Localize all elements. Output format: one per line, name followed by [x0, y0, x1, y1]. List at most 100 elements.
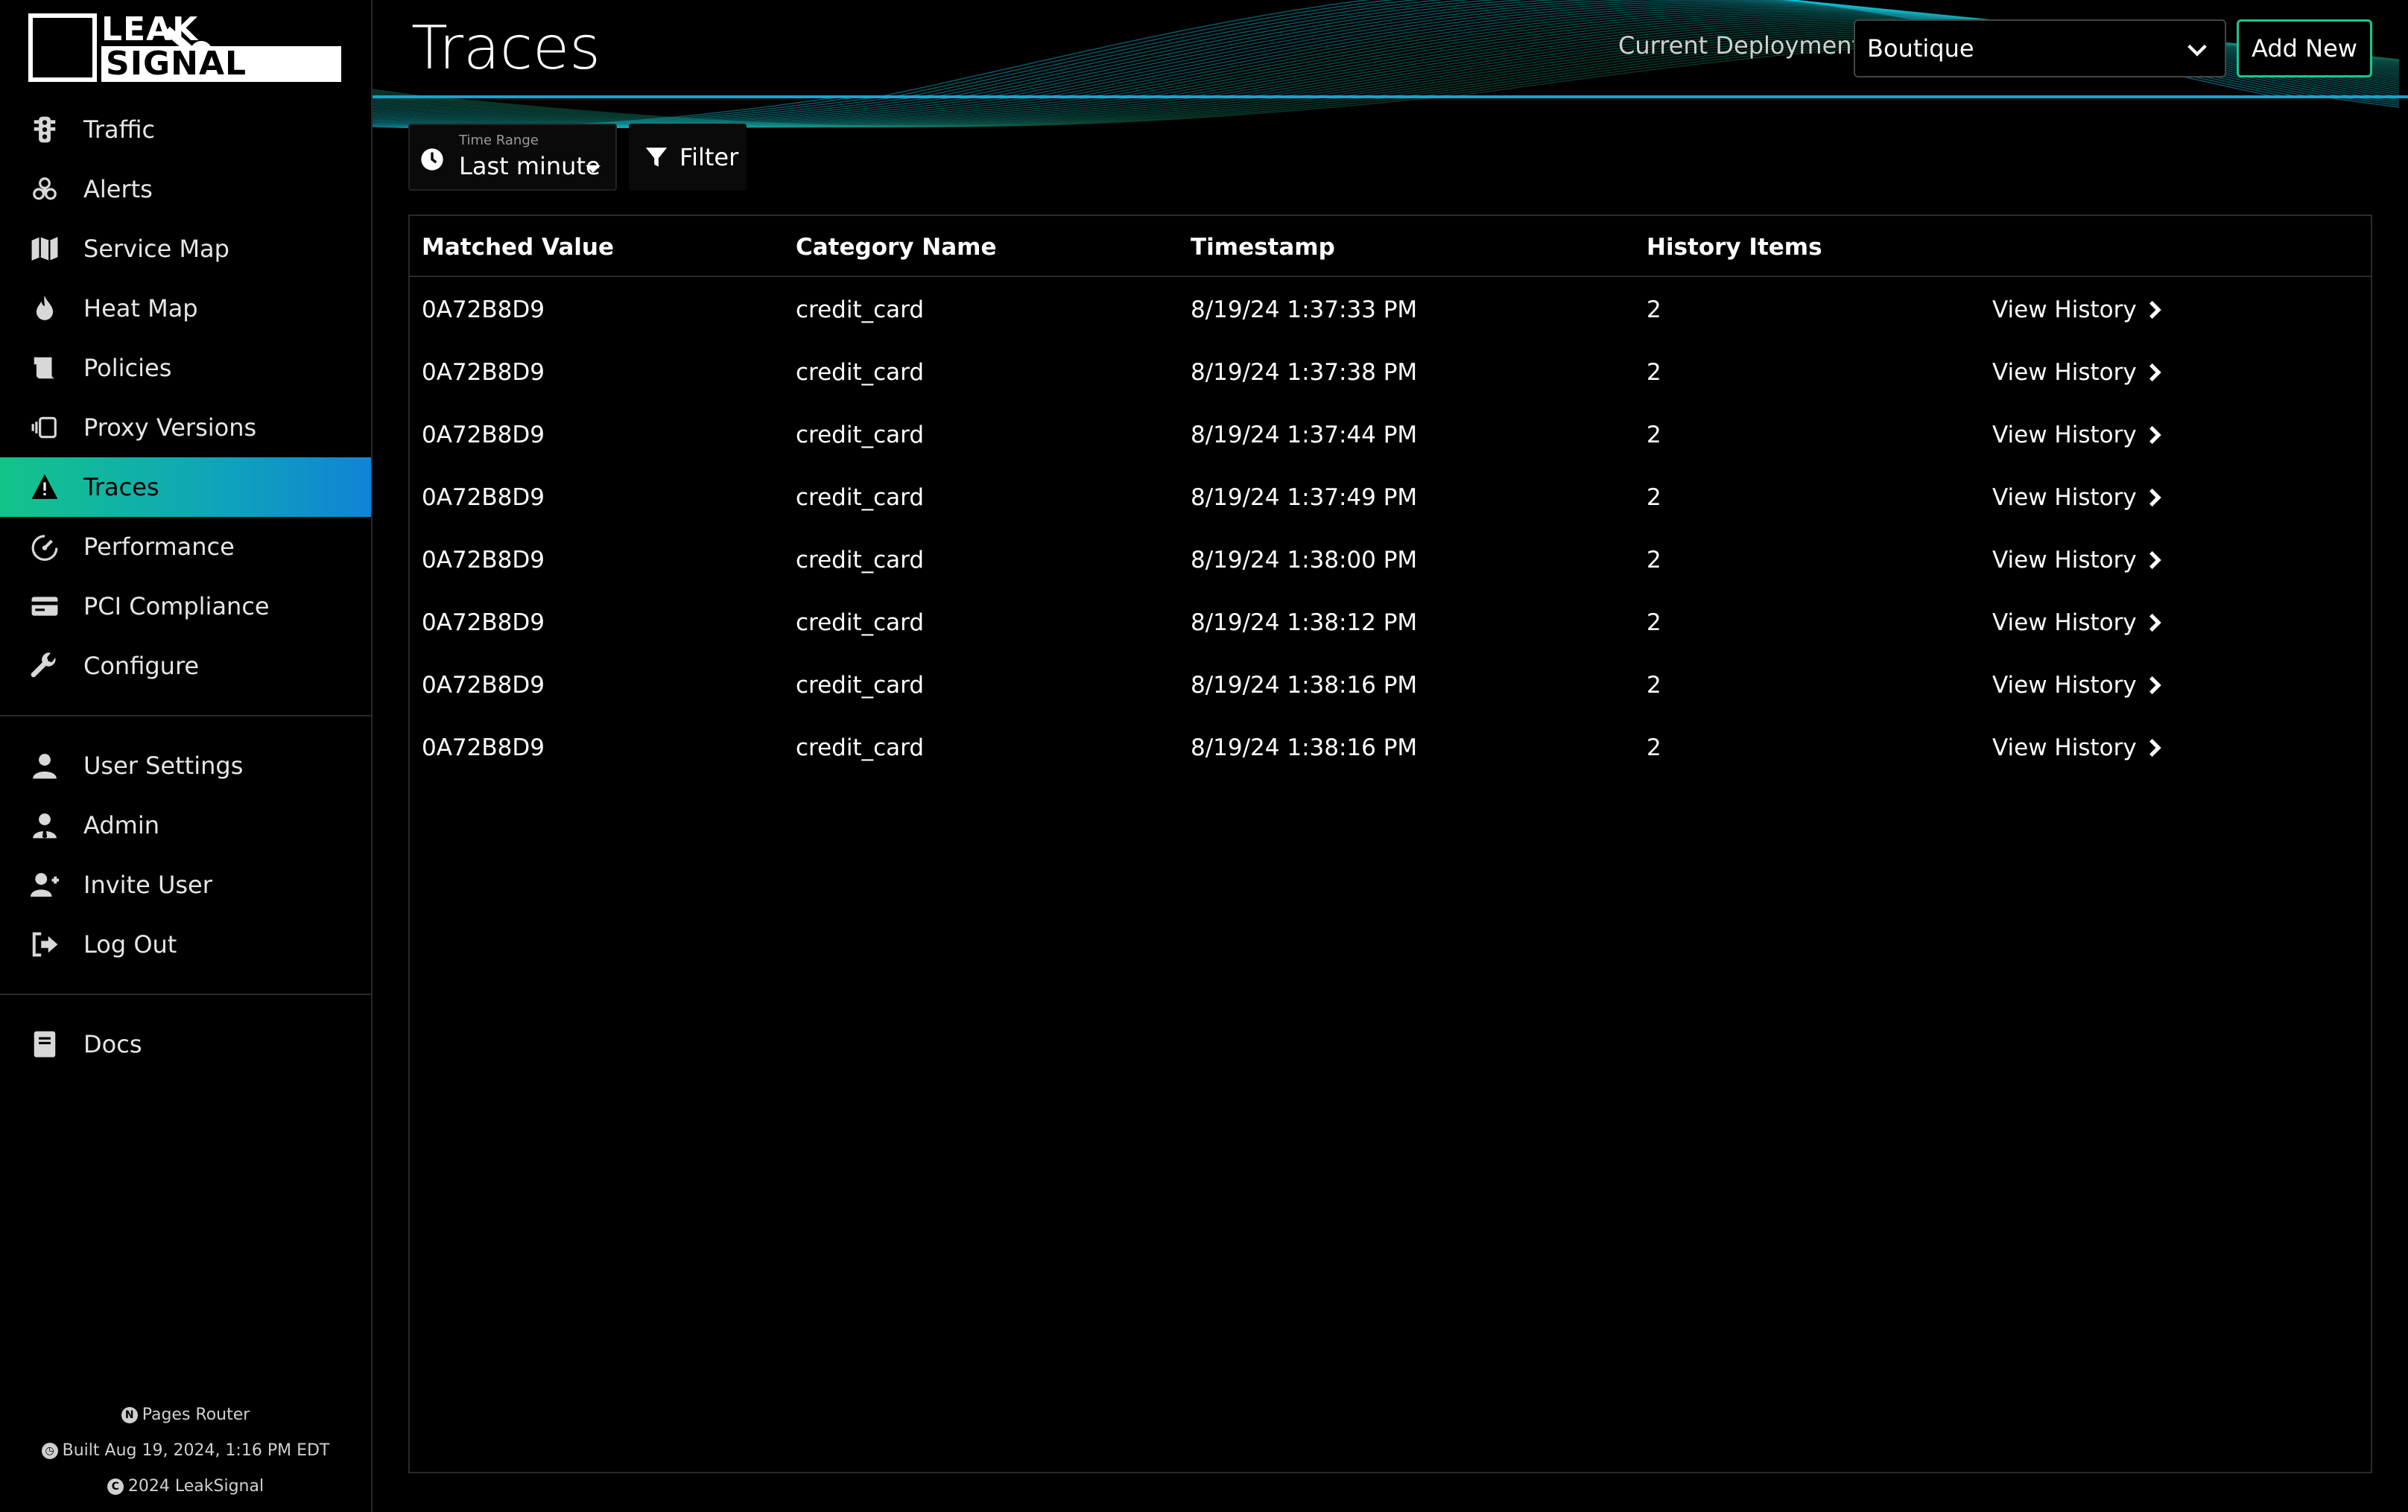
column-header-history-items[interactable]: History Items — [1647, 234, 1822, 261]
timestamp-cell: 8/19/24 1:37:44 PM — [1191, 422, 1418, 448]
book-icon — [28, 1028, 61, 1061]
history-items-cell: 2 — [1647, 672, 1661, 699]
view-history-label: View History — [1992, 547, 2137, 574]
table-header: Matched Value Category Name Timestamp Hi… — [410, 216, 2371, 277]
time-range-select[interactable]: Time Range Last minute — [408, 124, 617, 191]
view-history-link[interactable]: View History — [1992, 547, 2162, 574]
deployment-label: Current Deployment: — [1618, 31, 1869, 60]
chevron-right-icon — [2149, 739, 2161, 757]
sidebar-item-invite-user[interactable]: Invite User — [0, 855, 371, 915]
nextjs-icon: N — [121, 1407, 138, 1423]
sidebar-item-log-out[interactable]: Log Out — [0, 915, 371, 974]
sidebar-nav: Traffic Alerts Service Map Heat Map Policies… — [0, 100, 371, 1074]
sidebar-item-label: Proxy Versions — [83, 413, 257, 442]
history-items-cell: 2 — [1647, 484, 1661, 511]
footer-copyright: C 2024 LeakSignal — [0, 1469, 371, 1505]
footer-copyright-label: 2024 LeakSignal — [127, 1477, 264, 1496]
column-header-matched-value[interactable]: Matched Value — [422, 234, 614, 261]
sidebar-item-traffic[interactable]: Traffic — [0, 100, 371, 159]
sidebar-item-docs[interactable]: Docs — [0, 1014, 371, 1074]
timestamp-cell: 8/19/24 1:38:00 PM — [1191, 547, 1418, 574]
column-header-category-name[interactable]: Category Name — [796, 234, 996, 261]
view-history-link[interactable]: View History — [1992, 672, 2162, 699]
chevron-right-icon — [2149, 676, 2161, 694]
sidebar-item-admin[interactable]: Admin — [0, 795, 371, 855]
top-header: Traces Current Deployment: Boutique Add … — [373, 0, 2408, 98]
logo-mark-icon — [28, 13, 213, 82]
scroll-icon — [28, 352, 61, 384]
matched-value-cell: 0A72B8D9 — [422, 296, 545, 323]
logo-word-signal: SIGNAL — [101, 46, 341, 82]
matched-value-cell: 0A72B8D9 — [422, 609, 545, 636]
timestamp-cell: 8/19/24 1:38:12 PM — [1191, 609, 1418, 636]
chevron-right-icon — [2149, 426, 2161, 444]
matched-value-cell: 0A72B8D9 — [422, 359, 545, 386]
category-name-cell: credit_card — [796, 359, 925, 386]
user-icon — [28, 749, 61, 782]
chevron-right-icon — [2149, 301, 2161, 319]
sidebar-item-configure[interactable]: Configure — [0, 636, 371, 696]
category-name-cell: credit_card — [796, 484, 925, 511]
user-plus-icon — [28, 868, 61, 901]
sidebar-item-label: Service Map — [83, 235, 229, 263]
column-header-timestamp[interactable]: Timestamp — [1191, 234, 1335, 261]
view-history-label: View History — [1992, 484, 2137, 511]
clock-icon — [421, 148, 443, 171]
sidebar-item-label: Performance — [83, 533, 235, 561]
deployment-select[interactable]: Boutique — [1854, 19, 2226, 77]
matched-value-cell: 0A72B8D9 — [422, 547, 545, 574]
table-row: 0A72B8D9 credit_card 8/19/24 1:37:49 PM 2 Vi… — [410, 465, 2371, 527]
filter-button[interactable]: Filter — [629, 124, 747, 191]
history-items-cell: 2 — [1647, 609, 1661, 636]
view-history-label: View History — [1992, 609, 2137, 636]
matched-value-cell: 0A72B8D9 — [422, 484, 545, 511]
chevron-down-icon — [2187, 44, 2207, 57]
sidebar-item-label: Admin — [83, 811, 159, 839]
table-row: 0A72B8D9 credit_card 8/19/24 1:38:12 PM 2 Vi… — [410, 590, 2371, 652]
sidebar-item-label: Policies — [83, 354, 172, 382]
view-history-link[interactable]: View History — [1992, 609, 2162, 636]
view-history-label: View History — [1992, 672, 2137, 699]
sidebar-item-label: PCI Compliance — [83, 592, 270, 620]
chevron-right-icon — [2149, 489, 2161, 506]
view-history-link[interactable]: View History — [1992, 422, 2162, 448]
sidebar-item-performance[interactable]: Performance — [0, 517, 371, 576]
sidebar-item-user-settings[interactable]: User Settings — [0, 736, 371, 795]
history-items-cell: 2 — [1647, 296, 1661, 323]
sidebar-item-label: Alerts — [83, 175, 153, 203]
footer-built-label: Built Aug 19, 2024, 1:16 PM EDT — [62, 1441, 330, 1460]
time-range-label: Time Range — [459, 133, 539, 148]
sidebar-item-label: Docs — [83, 1030, 142, 1058]
table-row: 0A72B8D9 credit_card 8/19/24 1:37:44 PM 2 Vi… — [410, 402, 2371, 465]
category-name-cell: credit_card — [796, 609, 925, 636]
view-history-link[interactable]: View History — [1992, 734, 2162, 761]
sidebar-item-alerts[interactable]: Alerts — [0, 159, 371, 219]
table-row: 0A72B8D9 credit_card 8/19/24 1:37:33 PM 2 Vi… — [410, 277, 2371, 340]
sidebar-item-service-map[interactable]: Service Map — [0, 219, 371, 279]
copyright-icon: C — [107, 1478, 124, 1495]
sidebar-item-proxy-versions[interactable]: Proxy Versions — [0, 398, 371, 457]
logo-word-leak: LEAK — [101, 10, 199, 48]
matched-value-cell: 0A72B8D9 — [422, 672, 545, 699]
sidebar-item-policies[interactable]: Policies — [0, 338, 371, 398]
table-row: 0A72B8D9 credit_card 8/19/24 1:38:16 PM 2 Vi… — [410, 652, 2371, 715]
view-history-link[interactable]: View History — [1992, 296, 2162, 323]
sidebar-item-pci-compliance[interactable]: PCI Compliance — [0, 576, 371, 636]
view-history-link[interactable]: View History — [1992, 484, 2162, 511]
leaksignal-logo[interactable]: LEAK SIGNAL — [28, 10, 341, 82]
timestamp-cell: 8/19/24 1:37:38 PM — [1191, 359, 1418, 386]
caret-down-icon — [586, 165, 601, 173]
add-new-button[interactable]: Add New — [2237, 19, 2372, 77]
map-icon — [28, 232, 61, 265]
view-history-link[interactable]: View History — [1992, 359, 2162, 386]
timestamp-cell: 8/19/24 1:37:49 PM — [1191, 484, 1418, 511]
sidebar-item-label: Heat Map — [83, 294, 198, 323]
footer-router-label: Pages Router — [142, 1405, 250, 1424]
sidebar-item-heat-map[interactable]: Heat Map — [0, 279, 371, 338]
traffic-light-icon — [28, 113, 61, 146]
sidebar-item-label: Log Out — [83, 930, 177, 959]
sidebar-item-traces[interactable]: Traces — [0, 457, 371, 517]
wrench-icon — [28, 649, 61, 682]
timestamp-cell: 8/19/24 1:38:16 PM — [1191, 672, 1418, 699]
sidebar-item-label: Traffic — [83, 115, 156, 144]
